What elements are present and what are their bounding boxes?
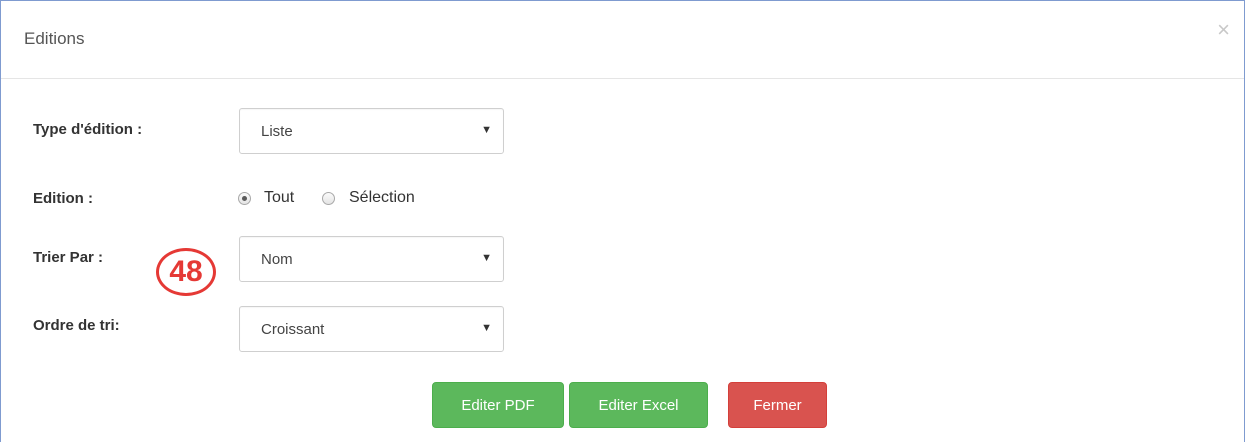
- chevron-down-icon: ▼: [481, 124, 492, 136]
- type-edition-value: Liste: [261, 123, 293, 140]
- dialog-header: Editions ×: [1, 1, 1244, 79]
- ordre-tri-value: Croissant: [261, 321, 325, 338]
- trier-par-value: Nom: [261, 251, 293, 268]
- type-edition-select[interactable]: Liste ▼: [239, 108, 504, 154]
- radio-tout-label: Tout: [264, 189, 295, 206]
- radio-selection-button[interactable]: [322, 192, 335, 205]
- ordre-tri-select[interactable]: Croissant ▼: [239, 306, 504, 352]
- editions-dialog: Editions × Type d'édition : Liste ▼ Edit…: [0, 0, 1245, 442]
- trier-par-label: Trier Par :: [33, 249, 104, 266]
- radio-selection-label: Sélection: [349, 189, 415, 206]
- chevron-down-icon: ▼: [481, 252, 492, 264]
- edition-label: Edition :: [33, 190, 93, 207]
- radio-tout-button[interactable]: [238, 192, 251, 205]
- editer-pdf-button[interactable]: Editer PDF: [432, 382, 564, 428]
- dialog-title: Editions: [24, 29, 85, 48]
- annotation-badge: 48: [156, 248, 216, 296]
- chevron-down-icon: ▼: [481, 322, 492, 334]
- editer-excel-button[interactable]: Editer Excel: [569, 382, 708, 428]
- fermer-button[interactable]: Fermer: [728, 382, 827, 428]
- trier-par-select[interactable]: Nom ▼: [239, 236, 504, 282]
- close-icon[interactable]: ×: [1217, 19, 1230, 41]
- type-edition-label: Type d'édition :: [33, 121, 143, 138]
- ordre-tri-label: Ordre de tri:: [33, 317, 120, 334]
